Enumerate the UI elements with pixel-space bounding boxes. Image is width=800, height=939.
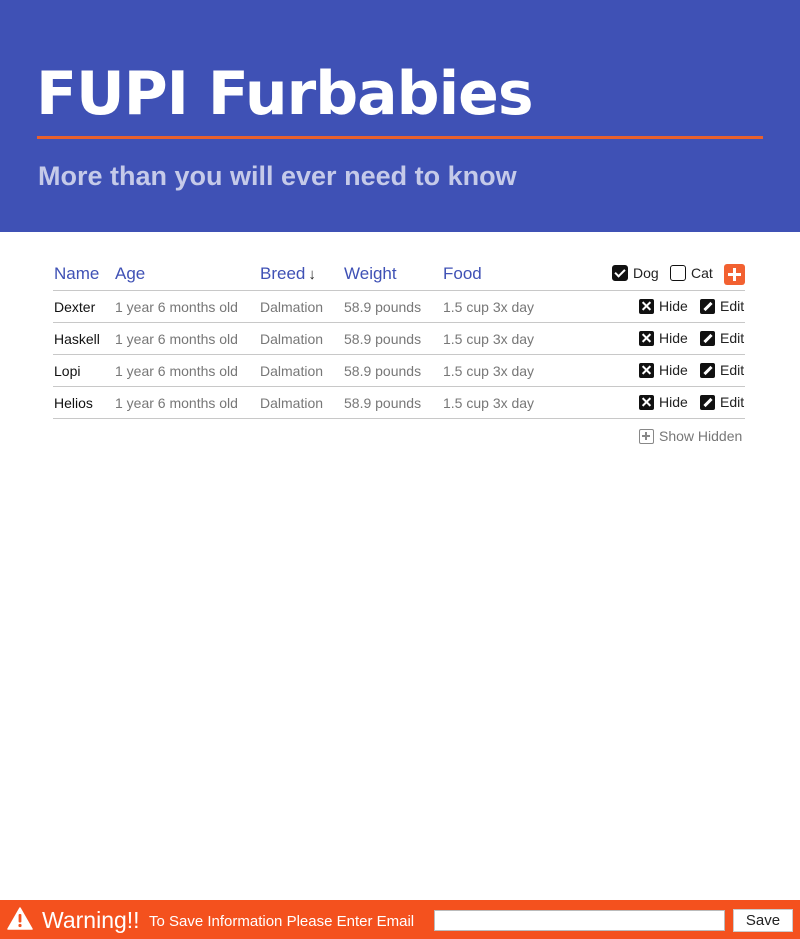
page-title: FUPI Furbabies [36, 59, 534, 129]
pet-breed: Dalmation [260, 363, 324, 379]
close-square-icon [639, 298, 654, 314]
pet-breed: Dalmation [260, 395, 324, 411]
pencil-square-icon [700, 362, 715, 378]
add-pet-button[interactable] [724, 264, 745, 285]
save-button[interactable]: Save [733, 909, 793, 932]
hide-label: Hide [659, 298, 688, 314]
hide-button[interactable]: Hide [639, 298, 688, 314]
hide-label: Hide [659, 330, 688, 346]
pet-food: 1.5 cup 3x day [443, 395, 535, 411]
column-header-weight[interactable]: Weight [344, 264, 397, 284]
column-header-breed-label: Breed [260, 264, 306, 283]
show-hidden-button[interactable]: Show Hidden [639, 428, 742, 444]
pet-name: Haskell [54, 331, 100, 347]
email-field[interactable] [434, 910, 725, 931]
page-subtitle: More than you will ever need to know [38, 161, 517, 191]
checkbox-unchecked-icon [670, 265, 686, 281]
table-row: Haskell 1 year 6 months old Dalmation 58… [53, 323, 745, 355]
edit-button[interactable]: Edit [700, 362, 744, 378]
pet-breed: Dalmation [260, 331, 324, 347]
close-square-icon [639, 394, 654, 410]
table-header: Name Age Breed ↓ Weight Food Dog Cat [53, 258, 745, 291]
edit-button[interactable]: Edit [700, 330, 744, 346]
pencil-square-icon [700, 330, 715, 346]
warning-title: Warning!! [42, 907, 140, 933]
filter-cat-checkbox[interactable]: Cat [670, 265, 713, 281]
hide-button[interactable]: Hide [639, 362, 688, 378]
pet-name: Dexter [54, 299, 96, 315]
hide-label: Hide [659, 394, 688, 410]
title-divider [37, 136, 763, 139]
column-header-breed[interactable]: Breed ↓ [260, 264, 316, 285]
edit-label: Edit [720, 330, 745, 346]
filter-dog-checkbox[interactable]: Dog [612, 265, 659, 281]
pet-weight: 58.9 pounds [344, 363, 422, 379]
hide-button[interactable]: Hide [639, 394, 688, 410]
hide-button[interactable]: Hide [639, 330, 688, 346]
close-square-icon [639, 362, 654, 378]
pet-age: 1 year 6 months old [115, 299, 238, 315]
show-hidden-label: Show Hidden [659, 428, 743, 444]
column-header-food[interactable]: Food [443, 264, 482, 284]
arrow-down-icon: ↓ [308, 266, 316, 283]
pencil-square-icon [700, 298, 715, 314]
filter-dog-label: Dog [633, 265, 659, 281]
table-row: Dexter 1 year 6 months old Dalmation 58.… [53, 291, 745, 323]
warning-triangle-icon [7, 907, 33, 930]
table-row: Helios 1 year 6 months old Dalmation 58.… [53, 387, 745, 419]
pet-name: Helios [54, 395, 93, 411]
pet-food: 1.5 cup 3x day [443, 299, 535, 315]
pet-name: Lopi [54, 363, 81, 379]
pet-age: 1 year 6 months old [115, 395, 238, 411]
pets-table: Name Age Breed ↓ Weight Food Dog Cat Dext… [53, 258, 745, 419]
pet-weight: 58.9 pounds [344, 331, 422, 347]
page-header: FUPI Furbabies More than you will ever n… [0, 0, 800, 232]
warning-message: To Save Information Please Enter Email [149, 913, 415, 930]
edit-button[interactable]: Edit [700, 394, 744, 410]
close-square-icon [639, 330, 654, 346]
pet-weight: 58.9 pounds [344, 299, 422, 315]
pet-age: 1 year 6 months old [115, 331, 238, 347]
filter-cat-label: Cat [691, 265, 713, 281]
pet-breed: Dalmation [260, 299, 324, 315]
column-header-age[interactable]: Age [115, 264, 145, 284]
pet-age: 1 year 6 months old [115, 363, 238, 379]
table-row: Lopi 1 year 6 months old Dalmation 58.9 … [53, 355, 745, 387]
hide-label: Hide [659, 362, 688, 378]
edit-label: Edit [720, 394, 745, 410]
edit-label: Edit [720, 362, 745, 378]
pet-food: 1.5 cup 3x day [443, 331, 535, 347]
checkbox-checked-icon [612, 265, 628, 281]
pet-food: 1.5 cup 3x day [443, 363, 535, 379]
pencil-square-icon [700, 394, 715, 410]
edit-label: Edit [720, 298, 745, 314]
column-header-name[interactable]: Name [54, 264, 99, 284]
plus-square-outline-icon [639, 428, 654, 444]
edit-button[interactable]: Edit [700, 298, 744, 314]
pet-weight: 58.9 pounds [344, 395, 422, 411]
